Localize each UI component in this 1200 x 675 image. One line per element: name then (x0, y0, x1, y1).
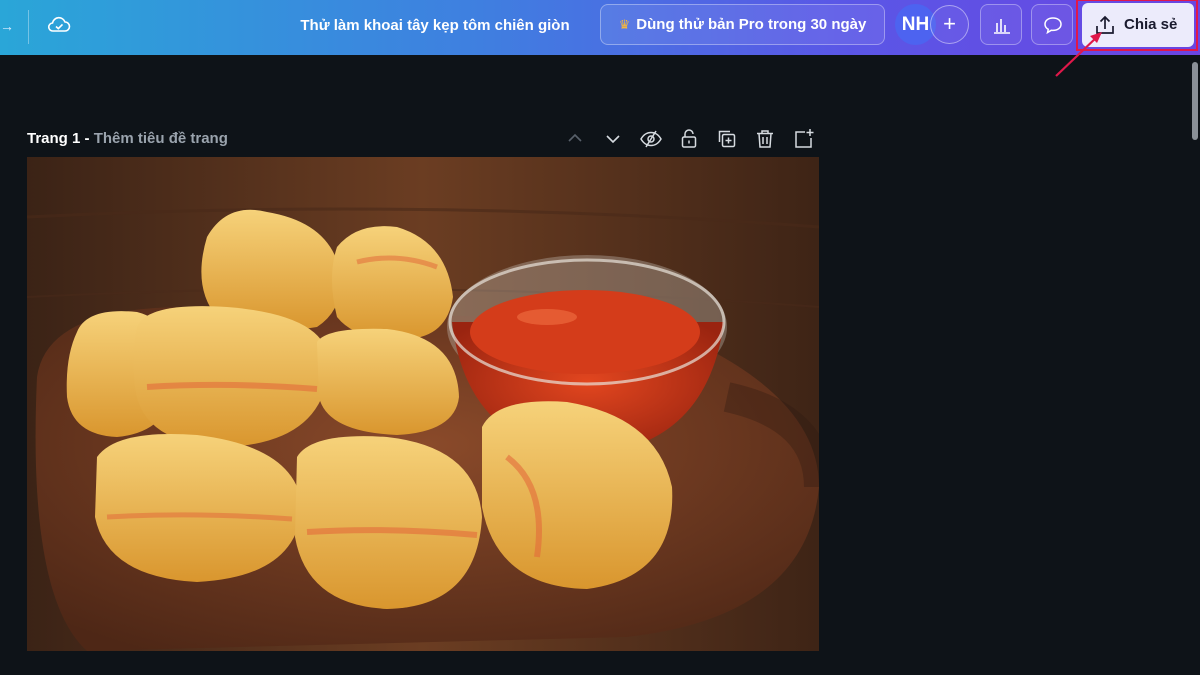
vertical-scrollbar[interactable] (1192, 62, 1198, 140)
design-canvas-image[interactable] (27, 157, 819, 651)
cloud-saved-icon[interactable] (46, 12, 72, 38)
insights-button[interactable] (980, 4, 1022, 45)
design-title[interactable]: Thử làm khoai tây kẹp tôm chiên giòn (290, 14, 580, 38)
food-photo (27, 157, 819, 651)
chevron-down-icon[interactable] (600, 126, 626, 152)
share-label: Chia sẻ (1124, 16, 1178, 33)
page-title-placeholder[interactable]: Thêm tiêu đề trang (94, 130, 228, 147)
duplicate-icon[interactable] (714, 126, 740, 152)
add-collaborator-button[interactable]: + (930, 5, 969, 44)
top-bar: → Thử làm khoai tây kẹp tôm chiên giòn ♛… (0, 0, 1200, 55)
try-pro-label: Dùng thử bản Pro trong 30 ngày (636, 16, 867, 33)
hide-icon[interactable] (638, 126, 664, 152)
crown-icon: ♛ (618, 17, 631, 32)
add-page-icon[interactable] (790, 126, 816, 152)
try-pro-button[interactable]: ♛ Dùng thử bản Pro trong 30 ngày (600, 4, 885, 45)
bar-chart-icon (994, 19, 1010, 34)
page-toolbar (560, 126, 820, 152)
page-header: Trang 1 - Thêm tiêu đề trang (27, 128, 228, 150)
back-arrow-icon[interactable]: → (0, 14, 14, 38)
chevron-up-icon[interactable] (562, 126, 588, 152)
page-separator: - (80, 130, 94, 147)
page-number: Trang 1 (27, 130, 81, 147)
trash-icon[interactable] (752, 126, 778, 152)
lock-icon[interactable] (676, 126, 702, 152)
pointer-arrow-annotation (1055, 32, 1102, 77)
divider (28, 10, 29, 44)
